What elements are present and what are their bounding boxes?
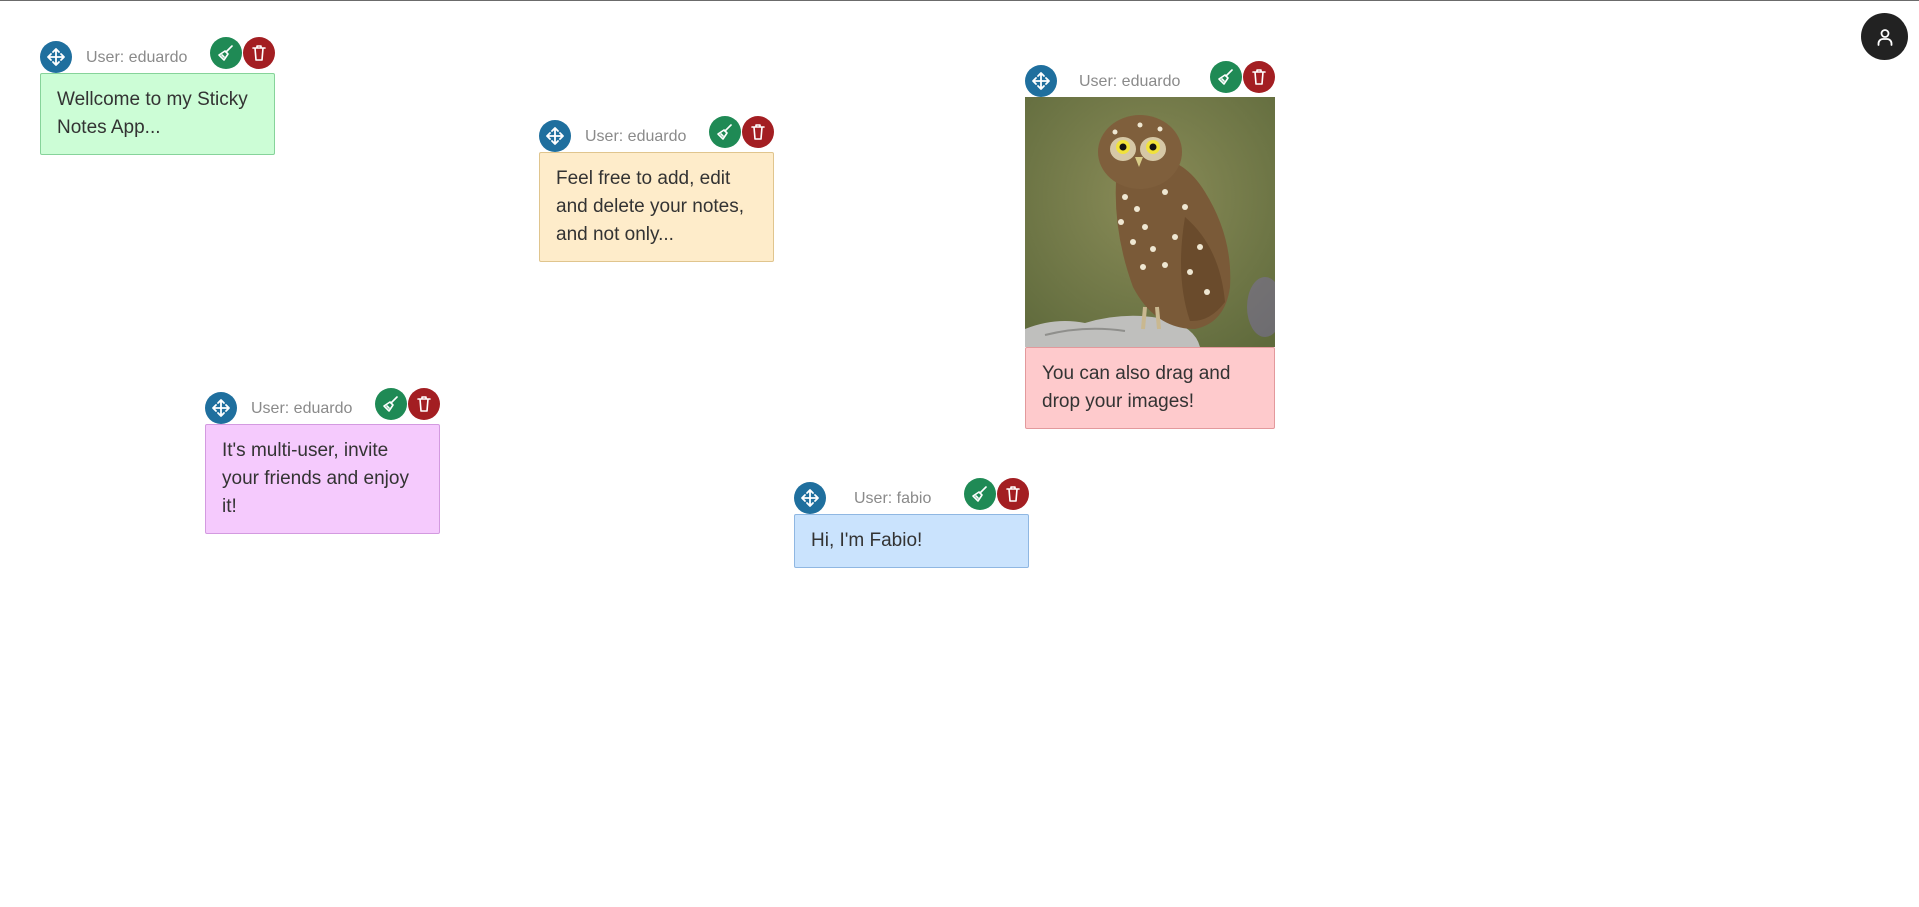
note-user-label: User: eduardo: [86, 49, 188, 66]
note-user-label: User: fabio: [854, 490, 932, 507]
broom-icon: [1218, 69, 1233, 85]
user-icon: [1877, 28, 1892, 46]
sticky-note: User: eduardo You can also drag and drop…: [1025, 61, 1275, 429]
move-icon: [47, 48, 65, 66]
broom-icon: [383, 396, 398, 412]
trash-icon: [417, 396, 431, 412]
move-icon: [801, 489, 819, 507]
edit-note-button[interactable]: [375, 388, 407, 420]
note-text[interactable]: Feel free to add, edit and delete your n…: [539, 152, 774, 262]
note-header: User: eduardo: [1025, 61, 1275, 97]
note-user-label: User: eduardo: [585, 128, 687, 145]
note-header: User: fabio: [794, 478, 1029, 514]
sticky-note: User: eduardo It's multi-user, invite yo…: [205, 388, 440, 534]
delete-note-button[interactable]: [997, 478, 1029, 510]
trash-icon: [751, 124, 765, 140]
note-text[interactable]: It's multi-user, invite your friends and…: [205, 424, 440, 534]
trash-icon: [252, 45, 266, 61]
move-button[interactable]: [794, 482, 826, 514]
note-header: User: eduardo: [539, 116, 774, 152]
note-header: User: eduardo: [205, 388, 440, 424]
edit-note-button[interactable]: [1210, 61, 1242, 93]
note-text[interactable]: Hi, I'm Fabio!: [794, 514, 1029, 568]
sticky-note: User: eduardo Feel free to add, edit and…: [539, 116, 774, 262]
sticky-note: User: eduardo Wellcome to my Sticky Note…: [40, 37, 275, 155]
move-icon: [546, 127, 564, 145]
note-user-label: User: eduardo: [251, 400, 353, 417]
move-button[interactable]: [40, 41, 72, 73]
broom-icon: [972, 486, 987, 502]
note-user-label: User: eduardo: [1079, 73, 1181, 90]
broom-icon: [218, 45, 233, 61]
edit-note-button[interactable]: [709, 116, 741, 148]
delete-note-button[interactable]: [1243, 61, 1275, 93]
account-button[interactable]: [1861, 13, 1908, 60]
delete-note-button[interactable]: [742, 116, 774, 148]
delete-note-button[interactable]: [408, 388, 440, 420]
trash-icon: [1006, 486, 1020, 502]
move-button[interactable]: [539, 120, 571, 152]
note-text[interactable]: You can also drag and drop your images!: [1025, 347, 1275, 429]
edit-note-button[interactable]: [210, 37, 242, 69]
note-text[interactable]: Wellcome to my Sticky Notes App...: [40, 73, 275, 155]
delete-note-button[interactable]: [243, 37, 275, 69]
trash-icon: [1252, 69, 1266, 85]
note-image: [1025, 97, 1275, 347]
broom-icon: [717, 124, 732, 140]
note-header: User: eduardo: [40, 37, 275, 73]
move-button[interactable]: [1025, 65, 1057, 97]
move-icon: [212, 399, 230, 417]
move-button[interactable]: [205, 392, 237, 424]
move-icon: [1032, 72, 1050, 90]
edit-note-button[interactable]: [964, 478, 996, 510]
sticky-note: User: fabio Hi, I'm Fabio!: [794, 478, 1029, 568]
